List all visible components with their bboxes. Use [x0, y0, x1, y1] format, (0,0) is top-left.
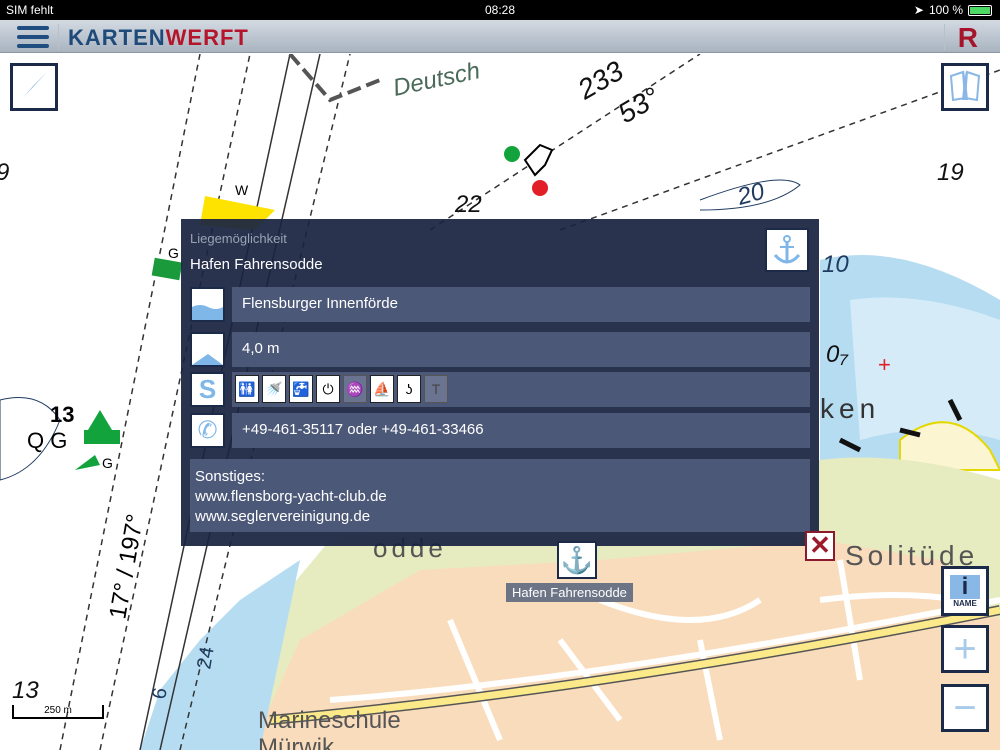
harbour-info-panel: Liegemöglichkeit Hafen Fahrensodde Flens… — [181, 219, 819, 546]
scale-bar: 250 m — [12, 705, 104, 719]
info-icon: i — [950, 574, 980, 599]
website-link[interactable]: www.seglervereinigung.de — [195, 507, 805, 527]
close-button[interactable]: ✕ — [805, 531, 835, 561]
svg-text:22: 22 — [454, 191, 482, 218]
svg-text:G: G — [102, 455, 113, 471]
phone-field[interactable]: +49-461-35117 oder +49-461-33466 — [232, 413, 810, 448]
pump-out-icon: ♒ — [343, 375, 367, 403]
map-layers-button[interactable] — [941, 63, 989, 111]
svg-text:19: 19 — [937, 159, 964, 186]
crane-hook-icon: ʖ — [397, 375, 421, 403]
services-list: 🚻 🚿 🚰 ⏻ ♒ ⛵ ʖ T — [232, 372, 810, 407]
name-label: NAME — [953, 598, 977, 608]
svg-text:0₇: 0₇ — [826, 341, 849, 368]
zoom-in-button[interactable]: + — [941, 625, 989, 673]
phone-icon: ✆ — [190, 413, 225, 448]
services-icon: S — [190, 372, 225, 407]
depth-field: 4,0 m — [232, 332, 810, 367]
shower-icon: 🚿 — [262, 375, 286, 403]
map-icon — [948, 68, 982, 107]
menu-button[interactable] — [17, 26, 49, 48]
svg-text:ken: ken — [820, 393, 880, 424]
mast-crane-icon: T — [424, 375, 448, 403]
svg-text:13: 13 — [12, 677, 39, 704]
svg-text:Marineschule: Marineschule — [258, 707, 401, 734]
svg-text:9: 9 — [0, 159, 9, 186]
battery-icon — [968, 4, 992, 16]
svg-text:Mürwik: Mürwik — [258, 734, 335, 750]
name-info-button[interactable]: i NAME — [941, 566, 989, 616]
slipway-icon: ⛵ — [370, 375, 394, 403]
minus-icon: − — [953, 685, 977, 730]
r-logo-button[interactable]: R — [958, 22, 978, 54]
svg-text:24: 24 — [193, 645, 219, 671]
svg-text:Q G: Q G — [27, 428, 67, 453]
zoom-out-button[interactable]: − — [941, 684, 989, 732]
harbour-marker[interactable]: ⚓ — [557, 541, 597, 579]
svg-text:10: 10 — [822, 251, 849, 278]
compass-icon — [19, 70, 49, 105]
depth-icon — [190, 332, 225, 367]
toolbar: KARTENWERFT R — [0, 20, 1000, 53]
compass-north-button[interactable] — [10, 63, 58, 111]
water-tap-icon: 🚰 — [289, 375, 313, 403]
location-icon: ➤ — [913, 3, 924, 17]
svg-text:13: 13 — [50, 402, 74, 427]
area-field: Flensburger Innenförde — [232, 287, 810, 322]
status-bar: SIM fehlt 08:28 ➤ 100 % — [0, 0, 1000, 20]
misc-title: Sonstiges: — [195, 468, 266, 485]
svg-text:G: G — [168, 245, 179, 261]
harbour-marker-label: Hafen Fahrensodde — [506, 583, 633, 602]
website-link[interactable]: www.flensborg-yacht-club.de — [195, 487, 805, 507]
anchor-icon: ⚓ — [560, 544, 594, 575]
anchor-icon — [765, 228, 809, 272]
water-area-icon — [190, 287, 225, 322]
power-plug-icon: ⏻ — [316, 375, 340, 403]
svg-text:+: + — [878, 352, 891, 377]
toilets-icon: 🚻 — [235, 375, 259, 403]
kartenwerft-logo: KARTENWERFT — [68, 25, 249, 50]
plus-icon: + — [953, 626, 977, 671]
svg-text:W: W — [235, 182, 249, 198]
misc-info: Sonstiges: www.flensborg-yacht-club.de w… — [190, 459, 810, 532]
poi-name: Hafen Fahrensodde — [190, 256, 323, 273]
clock: 08:28 — [484, 3, 516, 17]
poi-type: Liegemöglichkeit — [190, 231, 287, 246]
battery-percent: 100 % — [928, 3, 963, 17]
